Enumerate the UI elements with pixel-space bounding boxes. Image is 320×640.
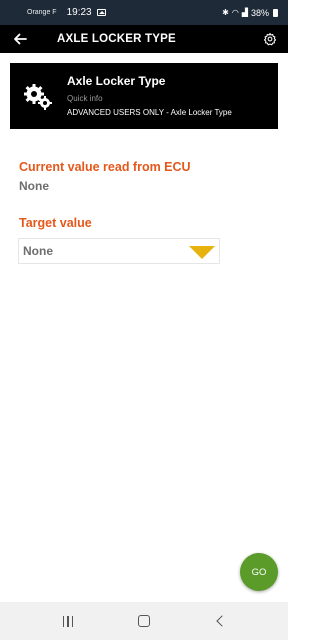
dropdown-arrow-icon [189,246,215,259]
current-value-label: Current value read from ECU [19,160,191,174]
status-bar: Orange F 19:23 ✱ ◠ ▟ 38% [0,0,288,25]
app-bar: AXLE LOCKER TYPE [0,25,288,53]
status-icons: ✱ ◠ ▟ 38% [222,8,278,18]
system-nav-bar [0,602,288,640]
card-description: ADVANCED USERS ONLY - Axle Locker Type [67,108,232,117]
arrow-left-icon [14,33,27,45]
card-title: Axle Locker Type [67,74,166,88]
gears-icon [24,84,52,110]
page-title: AXLE LOCKER TYPE [57,33,176,45]
recents-icon [62,615,74,627]
current-value: None [19,179,49,193]
back-button[interactable] [0,25,40,53]
bluetooth-icon: ✱ [222,7,229,17]
info-card: Axle Locker Type Quick info ADVANCED USE… [10,63,278,129]
target-selected-value: None [23,244,53,258]
chevron-left-icon [216,615,228,627]
target-value-dropdown[interactable]: None [18,238,220,264]
gallery-notification-icon [96,9,106,16]
wifi-icon: ◠ [231,7,239,17]
target-value-label: Target value [19,216,92,230]
settings-button[interactable] [252,25,288,53]
battery-percent: 38% [250,7,269,18]
system-back-button[interactable] [200,602,240,640]
home-button[interactable] [124,602,164,640]
home-icon [138,615,150,627]
recents-button[interactable] [48,602,88,640]
battery-icon [273,8,278,17]
gear-icon [263,32,277,46]
card-subtitle: Quick info [67,94,103,103]
carrier-name: Orange F [27,9,57,16]
signal-icon: ▟ [241,7,248,17]
go-button[interactable]: GO [240,553,278,591]
clock: 19:23 [66,7,92,18]
screen: Orange F 19:23 ✱ ◠ ▟ 38% AXLE LOCKER TYP… [0,0,288,640]
